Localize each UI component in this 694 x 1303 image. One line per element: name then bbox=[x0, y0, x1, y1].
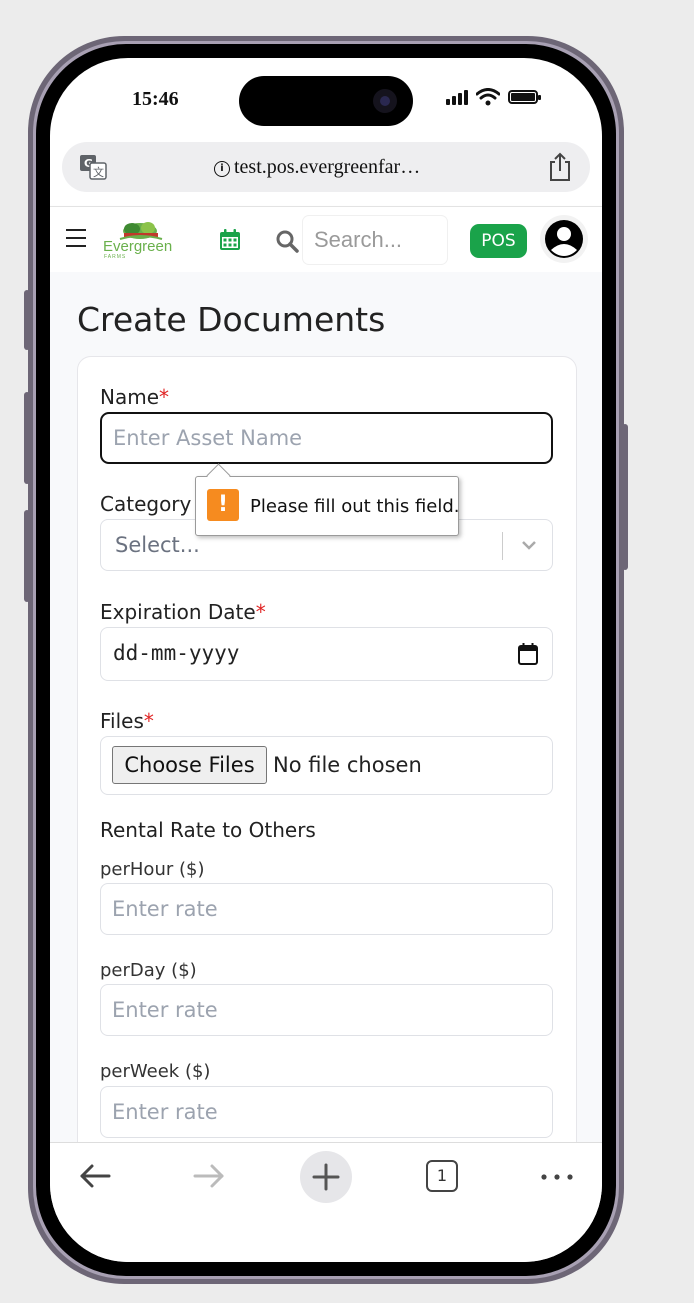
per-week-label: perWeek ($) bbox=[100, 1061, 211, 1082]
plus-icon bbox=[312, 1163, 340, 1191]
new-tab-button[interactable] bbox=[300, 1151, 352, 1203]
search-input[interactable] bbox=[303, 216, 447, 264]
battery-icon bbox=[508, 90, 541, 104]
cellular-signal-icon bbox=[446, 89, 468, 105]
create-document-form: Name* Category Select... Expiration Date… bbox=[77, 356, 577, 1142]
translate-icon[interactable]: G 文 bbox=[79, 154, 107, 180]
url-text: test.pos.evergreenfar… bbox=[234, 156, 421, 178]
per-hour-label: perHour ($) bbox=[100, 859, 205, 880]
per-week-input[interactable] bbox=[100, 1086, 553, 1138]
per-hour-input[interactable] bbox=[100, 883, 553, 935]
warning-icon: ! bbox=[207, 489, 239, 521]
choose-files-button[interactable]: Choose Files bbox=[112, 746, 267, 784]
back-arrow-icon[interactable] bbox=[78, 1159, 112, 1193]
wifi-icon bbox=[476, 88, 500, 106]
status-icons bbox=[446, 88, 541, 106]
file-input[interactable]: Choose Files No file chosen bbox=[100, 736, 553, 795]
required-mark: * bbox=[255, 600, 266, 624]
required-mark: * bbox=[159, 385, 170, 409]
per-day-input[interactable] bbox=[100, 984, 553, 1036]
date-placeholder: dd-mm-yyyy bbox=[113, 641, 240, 665]
rental-rate-heading: Rental Rate to Others bbox=[100, 818, 316, 842]
dynamic-island bbox=[239, 76, 413, 126]
per-day-label: perDay ($) bbox=[100, 960, 197, 981]
logo-subtext: FARMS bbox=[104, 254, 127, 260]
files-label: Files* bbox=[100, 709, 154, 733]
validation-message: Please fill out this field. bbox=[250, 496, 460, 517]
address-bar[interactable]: G 文 i test.pos.evergreenfar… bbox=[62, 142, 590, 192]
logo-text: Evergreen bbox=[103, 238, 173, 255]
required-mark: * bbox=[143, 709, 154, 733]
calendar-icon[interactable] bbox=[219, 229, 241, 251]
pos-button[interactable]: POS bbox=[470, 224, 527, 258]
expiration-date-label: Expiration Date* bbox=[100, 600, 266, 624]
page-content: Create Documents Name* Category Select..… bbox=[50, 272, 602, 1142]
select-separator bbox=[502, 532, 503, 560]
expiration-date-input[interactable]: dd-mm-yyyy bbox=[100, 627, 553, 681]
svg-text:文: 文 bbox=[93, 165, 104, 179]
app-header: Evergreen FARMS POS bbox=[50, 206, 602, 273]
expiration-label-text: Expiration Date bbox=[100, 600, 256, 624]
date-picker-icon[interactable] bbox=[518, 643, 538, 665]
chevron-down-icon[interactable] bbox=[519, 535, 539, 555]
asset-name-input[interactable] bbox=[100, 412, 553, 464]
url-display[interactable]: i test.pos.evergreenfar… bbox=[214, 156, 420, 179]
hamburger-menu-icon[interactable] bbox=[66, 229, 86, 249]
category-select-value: Select... bbox=[115, 533, 200, 557]
category-label: Category bbox=[100, 492, 192, 516]
forward-arrow-icon[interactable] bbox=[192, 1159, 226, 1193]
no-file-chosen-text: No file chosen bbox=[273, 753, 422, 777]
name-label: Name* bbox=[100, 385, 169, 409]
site-info-icon[interactable]: i bbox=[214, 161, 230, 177]
search-icon[interactable] bbox=[275, 229, 299, 253]
page-title: Create Documents bbox=[77, 300, 386, 339]
files-label-text: Files bbox=[100, 709, 144, 733]
front-camera bbox=[373, 89, 397, 113]
tabs-button[interactable]: 1 bbox=[426, 1160, 458, 1192]
user-avatar-icon[interactable] bbox=[540, 215, 588, 263]
browser-toolbar: 1 bbox=[50, 1142, 602, 1262]
phone-screen: 15:46 G 文 i test.pos.evergreenfar… Everg… bbox=[50, 58, 602, 1262]
share-icon[interactable] bbox=[546, 152, 574, 182]
status-time: 15:46 bbox=[132, 88, 179, 110]
name-label-text: Name bbox=[100, 385, 160, 409]
more-options-icon[interactable] bbox=[540, 1173, 574, 1181]
validation-tooltip: ! Please fill out this field. bbox=[195, 463, 460, 536]
